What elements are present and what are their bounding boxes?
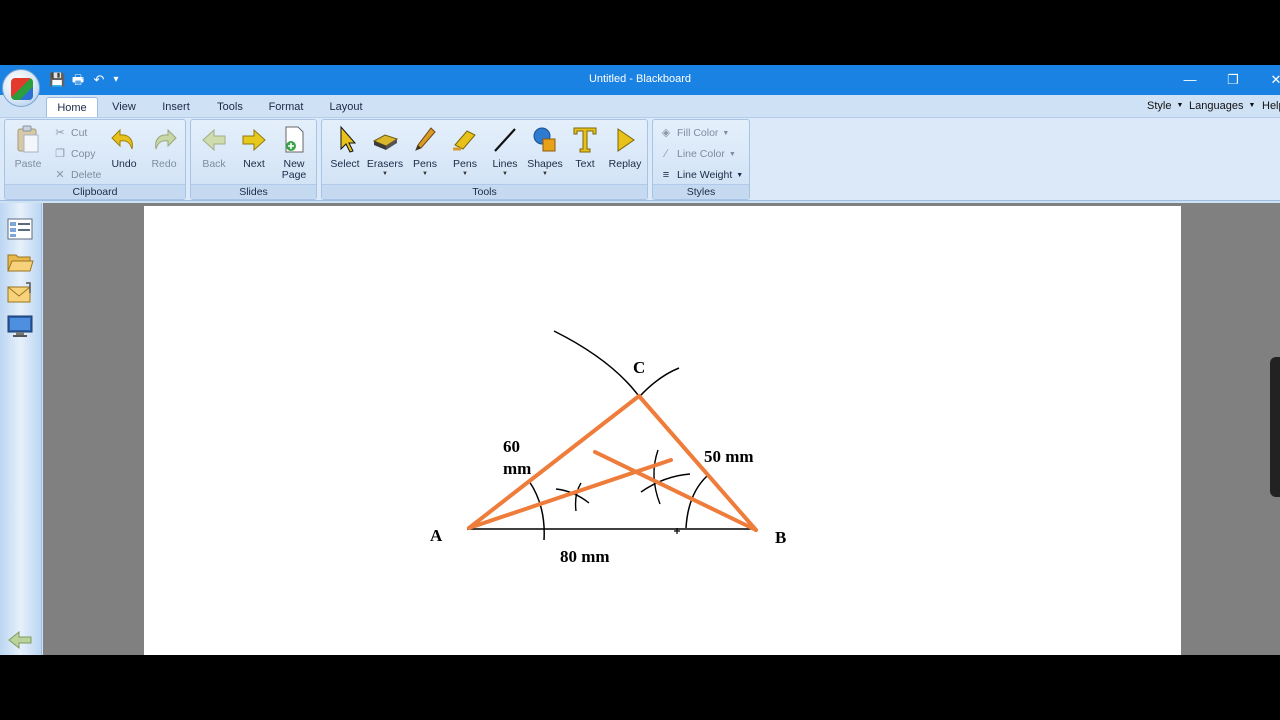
workspace: A B C 60 mm 50 mm 80 mm: [43, 203, 1280, 655]
slides-group-label: Slides: [191, 184, 316, 199]
pens-button[interactable]: Pens ▼: [406, 125, 444, 183]
select-cursor-icon: [340, 125, 357, 153]
line-weight-button[interactable]: ≡ Line Weight ▼: [659, 166, 743, 184]
clipboard-group-label: Clipboard: [5, 184, 185, 199]
highlighter-icon: [453, 130, 476, 151]
close-button[interactable]: ✕: [1266, 70, 1280, 90]
new-page-button[interactable]: New Page: [275, 125, 313, 183]
erasers-button[interactable]: Erasers ▼: [366, 125, 404, 183]
scissors-icon: ✂: [55, 127, 65, 139]
styles-group-label: Styles: [653, 184, 749, 199]
undo-arrow-icon: [111, 128, 133, 150]
copy-icon: ❐: [55, 148, 65, 160]
bisector-arc-b2: [653, 449, 661, 505]
new-page-icon: [285, 126, 304, 153]
paste-button[interactable]: Paste: [9, 125, 47, 183]
drawing-canvas[interactable]: A B C 60 mm 50 mm 80 mm: [144, 206, 1181, 655]
title-bar: 💾 🖶 ↶ ▾ Untitled - Blackboard — ❐ ✕: [0, 65, 1280, 95]
shapes-icon: [533, 127, 556, 152]
collapse-panel-button[interactable]: [6, 627, 34, 653]
redo-button[interactable]: Redo: [145, 125, 183, 183]
vertex-b-label: B: [775, 528, 786, 547]
tab-view[interactable]: View: [104, 97, 144, 117]
left-arrow-icon: [8, 630, 32, 650]
tab-insert[interactable]: Insert: [154, 97, 198, 117]
side-ac-length-line2: mm: [503, 459, 531, 478]
side-ab-length: 80 mm: [560, 547, 610, 566]
tab-tools[interactable]: Tools: [208, 97, 252, 117]
present-screen-button[interactable]: [6, 313, 34, 339]
line-color-icon: ∕: [665, 148, 667, 160]
restore-button[interactable]: ❐: [1223, 70, 1243, 90]
tab-layout[interactable]: Layout: [322, 97, 370, 117]
redo-arrow-icon: [155, 128, 177, 150]
lines-button[interactable]: Lines ▼: [486, 125, 524, 183]
pencil-icon: [415, 127, 436, 151]
side-ac-length-line1: 60: [503, 437, 520, 456]
blackboard-window: 💾 🖶 ↶ ▾ Untitled - Blackboard — ❐ ✕ Home…: [0, 65, 1280, 655]
next-button[interactable]: Next: [235, 125, 273, 183]
email-button[interactable]: [6, 281, 34, 307]
line-tool-icon: [494, 128, 516, 152]
minimize-button[interactable]: —: [1180, 70, 1200, 90]
ribbon: Paste ✂ Cut ❐ Copy ✕ Delete Undo Redo Clipb…: [0, 117, 1280, 201]
floating-toolbar-edge[interactable]: [1270, 357, 1280, 497]
open-folder-button[interactable]: [6, 249, 34, 275]
help-menu[interactable]: Help: [1262, 98, 1280, 114]
tools-group: Select Erasers ▼ Pens ▼ Pens ▼ Lines ▼ S…: [321, 119, 648, 200]
next-arrow-icon: [242, 128, 266, 152]
vertex-c-label: C: [633, 358, 645, 377]
vertex-a-label: A: [430, 526, 443, 545]
fill-color-button[interactable]: ◈ Fill Color ▼: [659, 124, 730, 142]
application-menu-button[interactable]: [2, 69, 40, 107]
undo-button[interactable]: Undo: [105, 125, 143, 183]
left-side-panel: [0, 203, 42, 655]
arc-from-a: [553, 330, 642, 400]
triangle-construction-drawing: A B C 60 mm 50 mm 80 mm: [430, 330, 786, 566]
slide-list-button[interactable]: [6, 217, 34, 243]
eraser-icon: [372, 134, 399, 150]
play-icon: [617, 128, 635, 152]
angle-arc-a: [528, 480, 545, 541]
slide-list-icon: [7, 218, 33, 240]
ribbon-tab-row: Home View Insert Tools Format Layout Sty…: [0, 95, 1280, 117]
shapes-button[interactable]: Shapes ▼: [526, 125, 564, 183]
app-logo-icon: [11, 78, 33, 100]
slides-group: Back Next New Page Slides: [190, 119, 317, 200]
tools-group-label: Tools: [322, 184, 647, 199]
languages-menu[interactable]: Languages ▼: [1189, 98, 1255, 114]
style-menu[interactable]: Style ▼: [1147, 98, 1183, 114]
back-arrow-icon: [202, 128, 226, 152]
styles-group: ◈ Fill Color ▼ ∕ Line Color ▼ ≡ Line Weight ▼ …: [652, 119, 750, 200]
envelope-icon: [7, 282, 31, 303]
line-color-button[interactable]: ∕ Line Color ▼: [659, 145, 736, 163]
angle-bisector-a: [467, 458, 673, 530]
tab-format[interactable]: Format: [262, 97, 310, 117]
highlighter-pens-button[interactable]: Pens ▼: [446, 125, 484, 183]
replay-button[interactable]: Replay: [606, 125, 644, 183]
line-weight-icon: ≡: [662, 169, 670, 181]
paste-icon: [17, 125, 39, 153]
delete-button[interactable]: ✕ Delete: [53, 166, 101, 184]
folder-icon: [7, 254, 34, 272]
text-t-icon: [573, 127, 597, 153]
back-button[interactable]: Back: [195, 125, 233, 183]
text-button[interactable]: Text: [566, 125, 604, 183]
clipboard-group: Paste ✂ Cut ❐ Copy ✕ Delete Undo Redo Clipb…: [4, 119, 186, 200]
tab-home[interactable]: Home: [46, 97, 98, 117]
window-title: Untitled - Blackboard: [588, 73, 692, 85]
side-bc-length: 50 mm: [704, 447, 754, 466]
select-button[interactable]: Select: [326, 125, 364, 183]
fill-bucket-icon: ◈: [661, 127, 671, 139]
delete-x-icon: ✕: [55, 169, 65, 181]
cut-button[interactable]: ✂ Cut: [53, 124, 87, 142]
copy-button[interactable]: ❐ Copy: [53, 145, 95, 163]
arc-from-b: [639, 367, 680, 397]
monitor-icon: [7, 315, 33, 337]
